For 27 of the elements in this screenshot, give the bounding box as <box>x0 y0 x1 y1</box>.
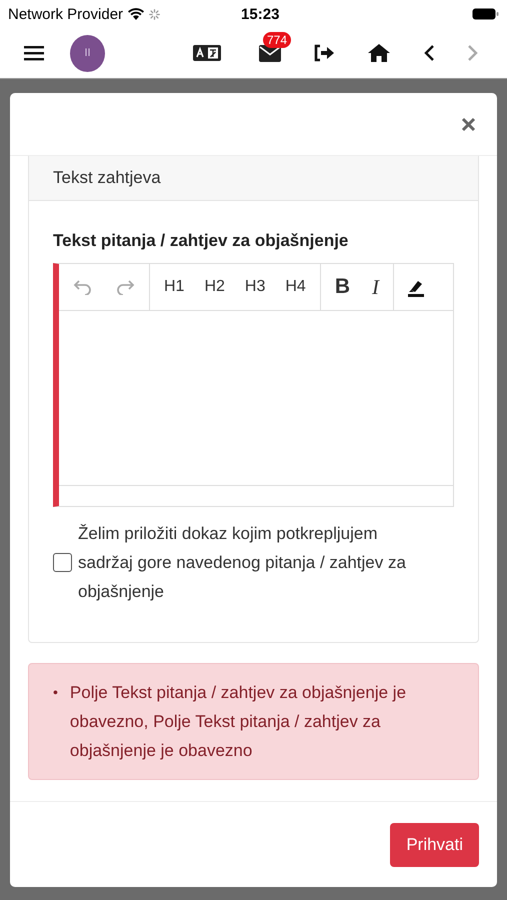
checkbox-label: Želim priložiti dokaz kojim potkrepljujem sadržaj gore navedenog pitanja / zahtjev za objašnjenje <box>78 523 407 603</box>
close-icon[interactable] <box>461 116 476 132</box>
card-header: Tekst zahtjeva <box>29 156 478 201</box>
heading-button[interactable]: H1 <box>164 278 184 296</box>
bold-button[interactable]: B <box>334 275 350 299</box>
spinner-icon <box>149 8 160 20</box>
clock-time: 15:23 <box>241 6 280 22</box>
text-editor[interactable]: H1 H2 H3 H4 B I <box>53 263 454 507</box>
heading-button[interactable]: H2 <box>204 278 225 296</box>
battery-icon <box>472 8 499 20</box>
wifi-icon <box>128 8 144 20</box>
user-avatar[interactable]: II <box>70 34 105 72</box>
accept-button[interactable]: Prihvati <box>390 823 479 867</box>
translate-icon[interactable] <box>193 45 221 61</box>
error-message: Polje Tekst pitanja / zahtjev za objašnjenje je obavezno, Polje Tekst pitanja / zahtjev za objašnjenje je obavezno <box>70 682 408 762</box>
attachment-checkbox[interactable] <box>53 553 72 572</box>
menu-icon[interactable] <box>24 45 44 61</box>
field-label: Tekst pitanja / zahtjev za objašnjenje <box>53 231 350 251</box>
bullet: • <box>53 683 58 702</box>
unread-count-badge: 774 <box>263 32 292 48</box>
back-icon[interactable] <box>423 44 435 62</box>
heading-button[interactable]: H3 <box>244 278 266 296</box>
logout-icon[interactable] <box>313 44 335 62</box>
italic-button[interactable]: I <box>372 274 379 300</box>
carrier-name: Network Provider <box>8 6 124 22</box>
home-icon[interactable] <box>367 43 391 63</box>
heading-button[interactable]: H4 <box>285 278 306 296</box>
